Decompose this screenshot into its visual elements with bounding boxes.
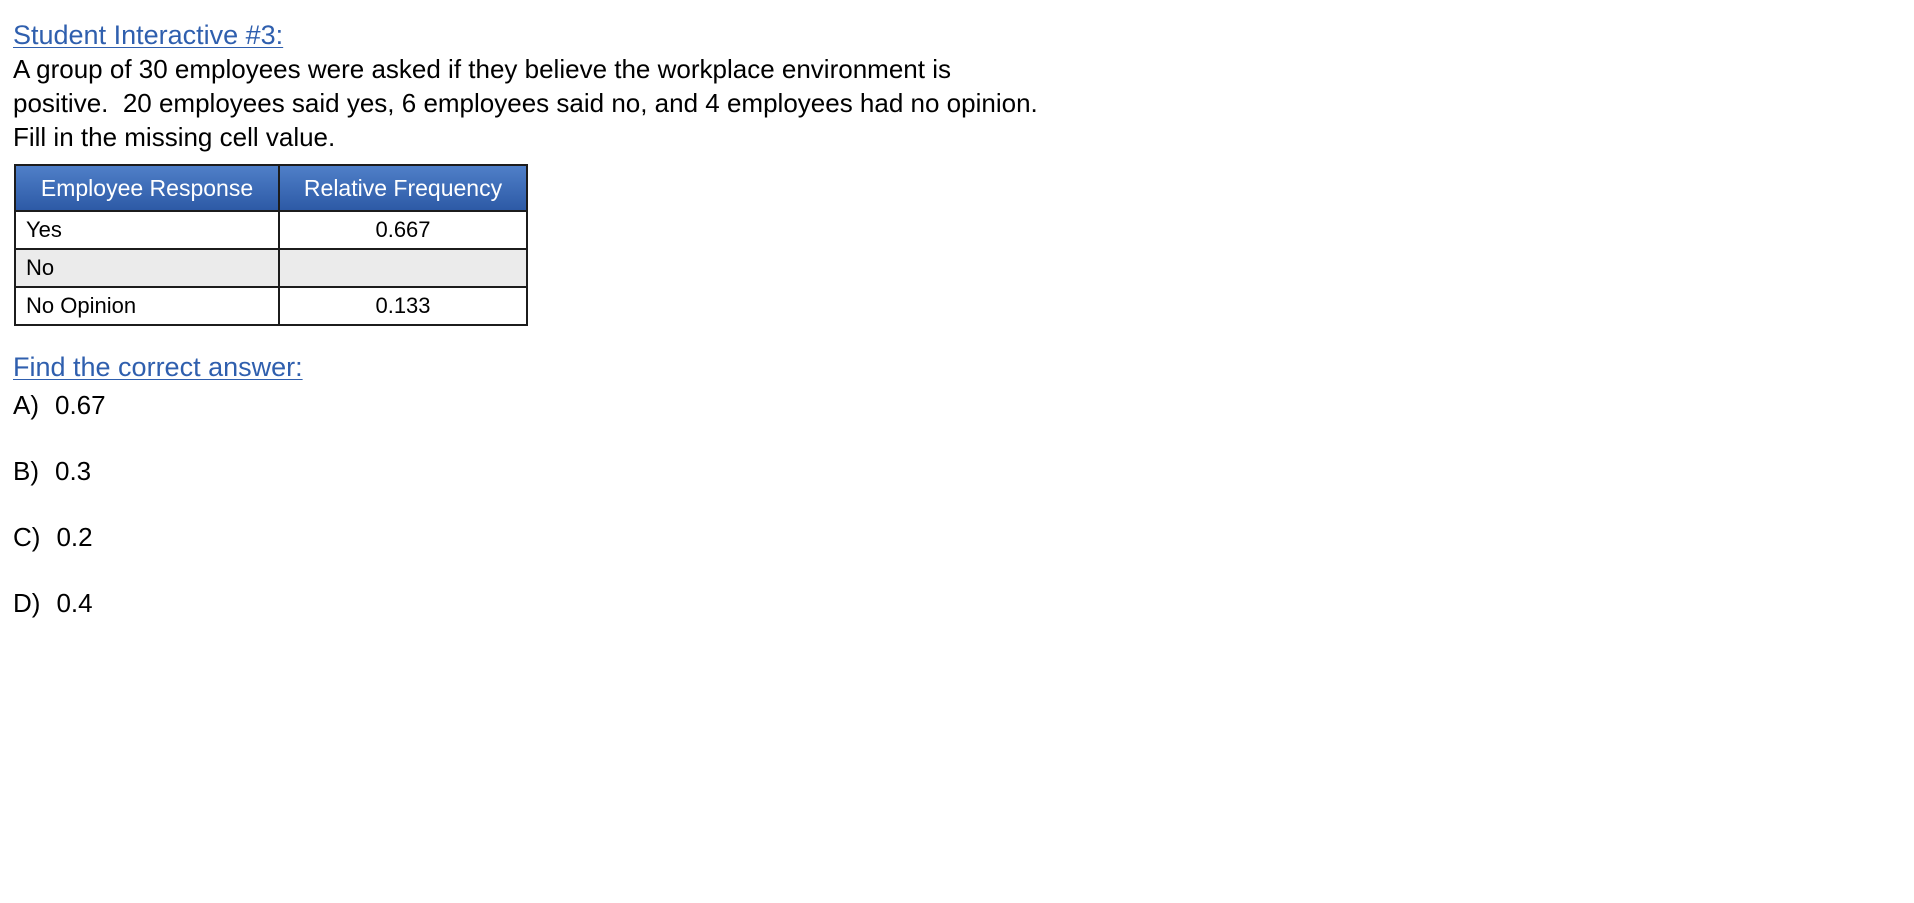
choice-value: 0.4: [56, 588, 93, 618]
frequency-cell: 0.667: [278, 210, 528, 250]
table-row-no: No: [14, 248, 528, 288]
question-text: A group of 30 employees were asked if th…: [13, 54, 1053, 152]
choice-letter: D): [13, 588, 41, 618]
choice-b[interactable]: B) 0.3: [13, 454, 1053, 488]
choice-d[interactable]: D) 0.4: [13, 586, 1053, 620]
frequency-cell: 0.133: [278, 286, 528, 326]
choice-c[interactable]: C) 0.2: [13, 520, 1053, 554]
choice-value: 0.67: [55, 390, 106, 420]
answer-choices: A) 0.67 B) 0.3 C) 0.2 D) 0.4: [13, 388, 1053, 620]
choice-a[interactable]: A) 0.67: [13, 388, 1053, 422]
answer-prompt: Find the correct answer:: [13, 352, 303, 382]
response-cell: No Opinion: [14, 286, 280, 326]
choice-value: 0.2: [56, 522, 93, 552]
missing-frequency-cell[interactable]: [278, 248, 528, 288]
choice-letter: B): [13, 456, 39, 486]
choice-letter: C): [13, 522, 41, 552]
table-header-row: Employee Response Relative Frequency: [14, 164, 528, 212]
choice-letter: A): [13, 390, 39, 420]
table-row-no-opinion: No Opinion 0.133: [14, 286, 528, 326]
header-employee-response: Employee Response: [14, 164, 280, 212]
header-relative-frequency: Relative Frequency: [278, 164, 528, 212]
choice-value: 0.3: [55, 456, 92, 486]
response-cell: No: [14, 248, 280, 288]
table-row-yes: Yes 0.667: [14, 210, 528, 250]
frequency-table: Employee Response Relative Frequency Yes…: [14, 164, 528, 326]
interactive-page: Student Interactive #3: A group of 30 em…: [13, 18, 1053, 652]
response-cell: Yes: [14, 210, 280, 250]
interactive-title: Student Interactive #3:: [13, 20, 284, 50]
